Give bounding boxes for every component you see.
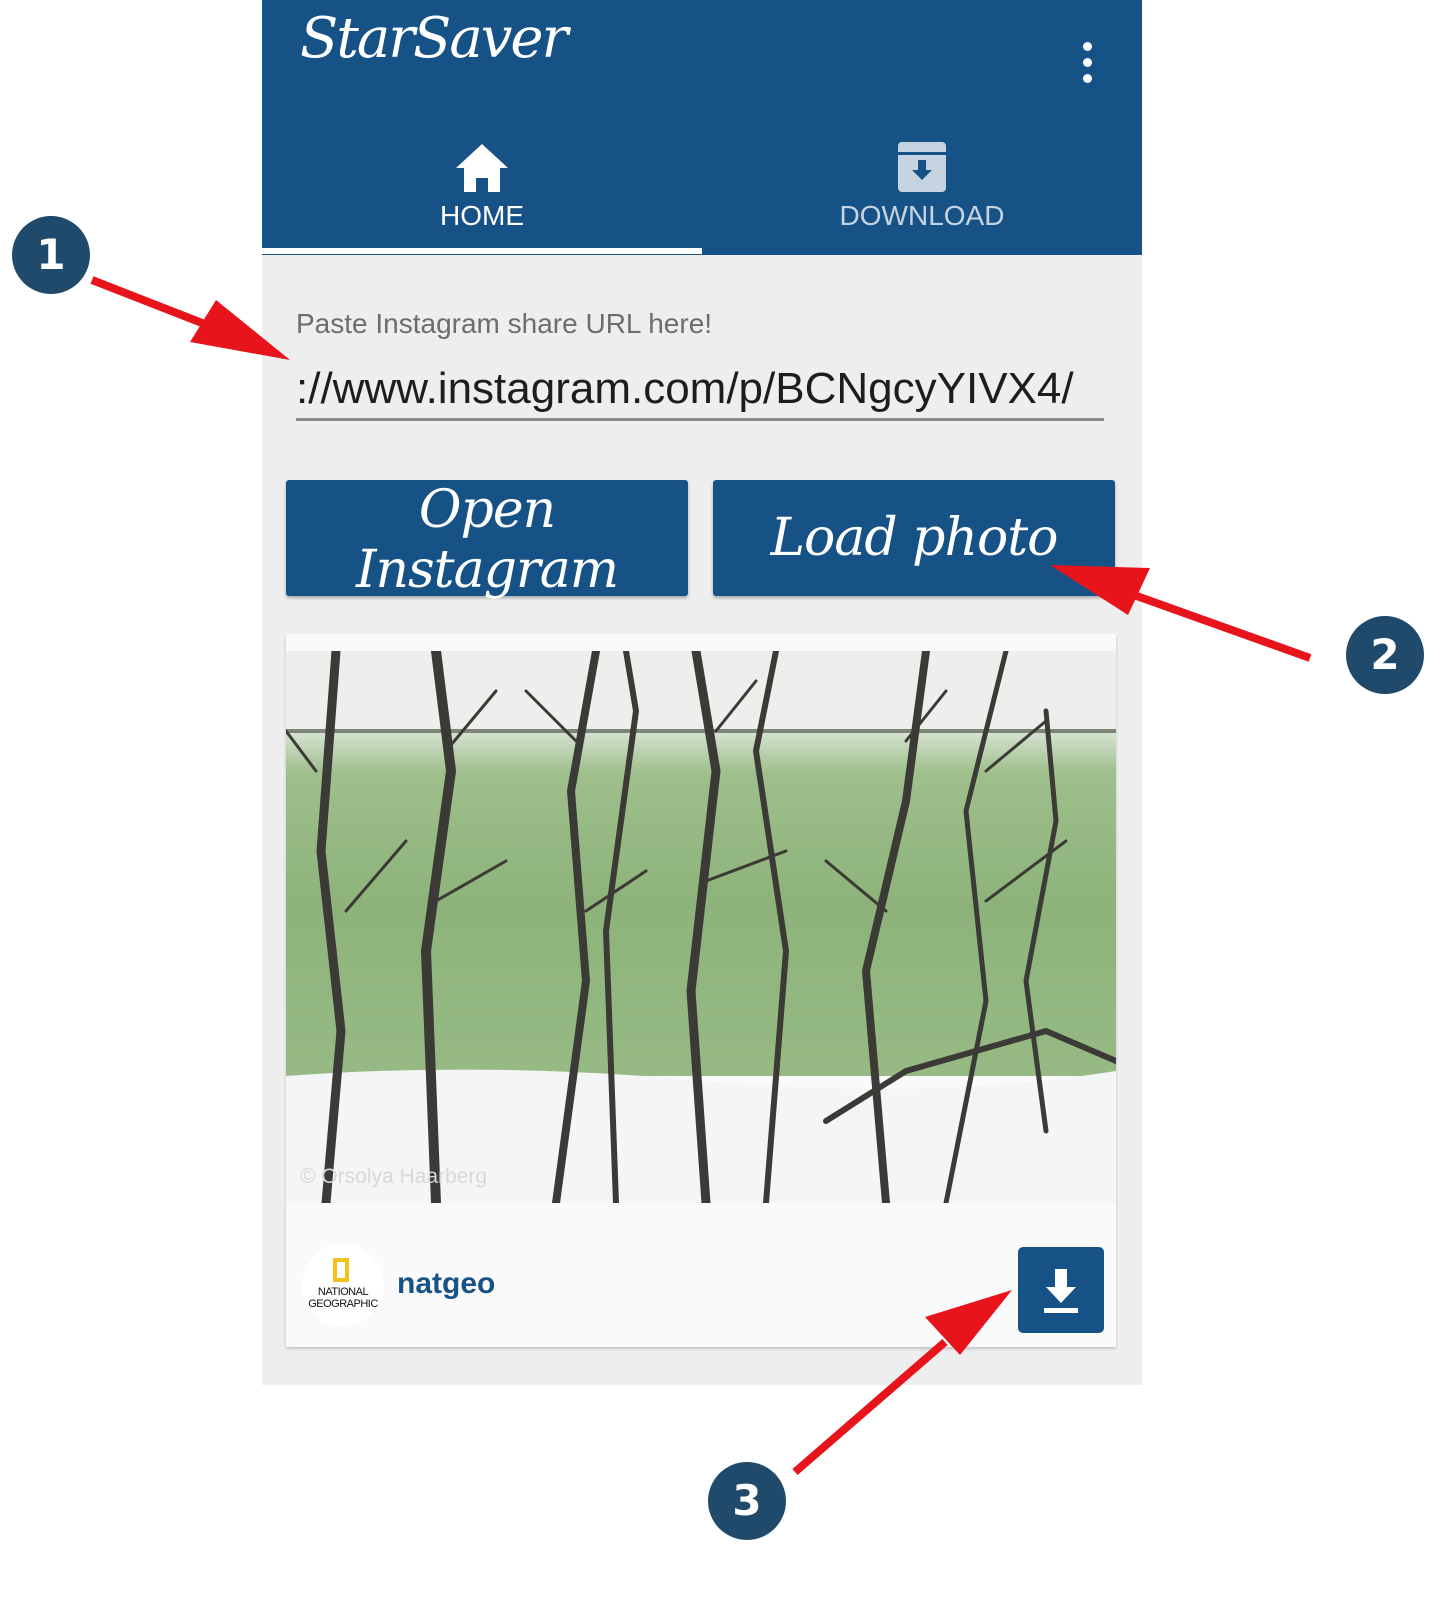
- post-username[interactable]: natgeo: [397, 1267, 495, 1301]
- natgeo-frame-logo: [333, 1258, 349, 1282]
- url-field-label: Paste Instagram share URL here!: [296, 308, 713, 339]
- tab-download-label: DOWNLOAD: [839, 200, 1005, 231]
- download-icon: [1044, 1269, 1078, 1313]
- archive-download-icon: [898, 142, 946, 192]
- load-photo-button[interactable]: Load photo: [713, 480, 1115, 596]
- avatar-text-line2: GEOGRAPHIC: [308, 1298, 378, 1310]
- tab-home[interactable]: HOME: [262, 140, 702, 250]
- post-card: © Orsolya Haarberg NATIONAL GEOGRAPHIC n…: [286, 634, 1116, 1347]
- step-badge-3: 3: [708, 1462, 786, 1540]
- step-badge-1: 1: [12, 216, 90, 294]
- download-button[interactable]: [1018, 1247, 1104, 1333]
- tab-indicator: [262, 248, 702, 254]
- open-instagram-button[interactable]: Open Instagram: [286, 480, 688, 600]
- tab-home-label: HOME: [440, 200, 524, 231]
- avatar-logo-text: NATIONAL GEOGRAPHIC: [302, 1286, 384, 1310]
- arrow-1: [90, 276, 290, 360]
- home-icon: [456, 144, 508, 192]
- avatar-text-line1: NATIONAL: [317, 1286, 369, 1298]
- avatar[interactable]: NATIONAL GEOGRAPHIC: [302, 1244, 384, 1326]
- photo-credit: © Orsolya Haarberg: [300, 1165, 488, 1188]
- more-vert-icon[interactable]: [1072, 42, 1102, 86]
- step-badge-2: 2: [1346, 616, 1424, 694]
- app-bar: StarSaver HOME DOWNLOAD: [262, 0, 1142, 255]
- url-input[interactable]: [296, 360, 1104, 421]
- app-screen: StarSaver HOME DOWNLOAD Paste Instagram …: [262, 0, 1142, 1385]
- tab-download[interactable]: DOWNLOAD: [702, 140, 1142, 250]
- app-title: StarSaver: [300, 6, 568, 71]
- post-photo: [286, 651, 1116, 1203]
